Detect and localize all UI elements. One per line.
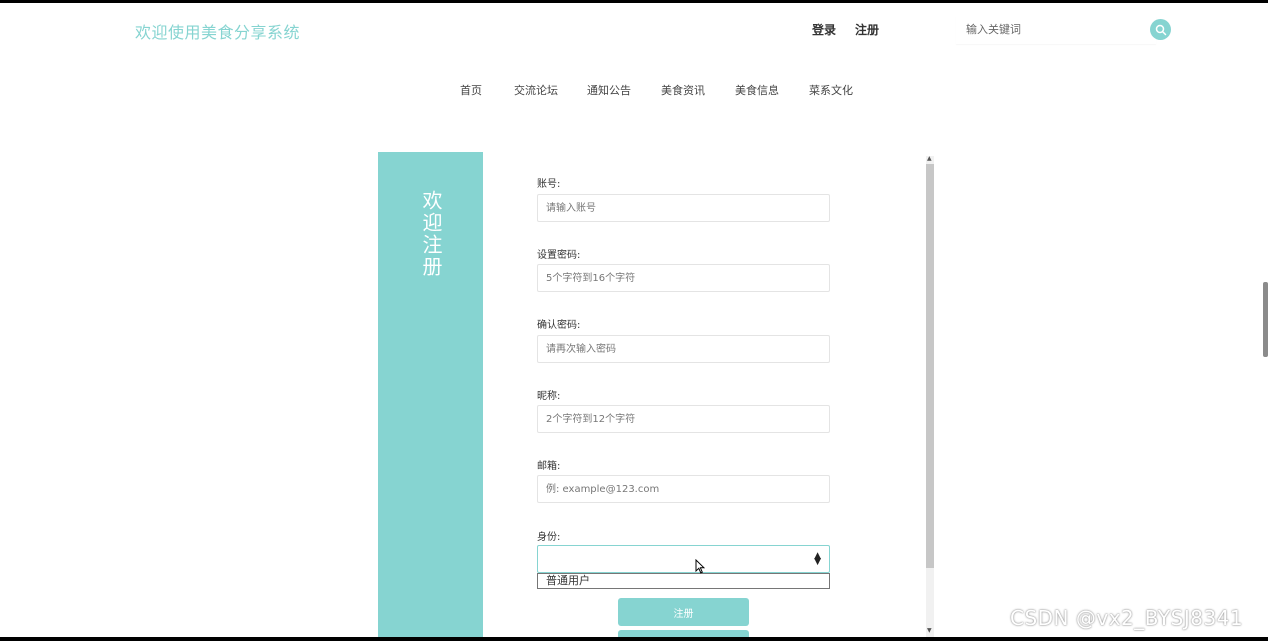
login-link[interactable]: 登录	[812, 21, 836, 38]
csdn-watermark: CSDN @vx2_BYSJ8341	[1010, 606, 1244, 630]
nickname-input[interactable]	[537, 405, 830, 433]
site-title: 欢迎使用美食分享系统	[135, 23, 301, 42]
identity-option-regular-user[interactable]: 普通用户	[537, 573, 830, 589]
search-input[interactable]	[964, 22, 1148, 37]
search-icon	[1155, 24, 1166, 35]
mouse-cursor-icon	[695, 559, 705, 574]
account-input[interactable]	[537, 194, 830, 222]
confirm-password-input[interactable]	[537, 335, 830, 363]
register-submit-button[interactable]: 注册	[618, 598, 749, 626]
nav-item-home[interactable]: 首页	[460, 82, 482, 98]
nav-item-forum[interactable]: 交流论坛	[514, 82, 558, 98]
nav-item-food-news[interactable]: 美食资讯	[661, 82, 705, 98]
form-scrollbar-thumb[interactable]	[926, 164, 934, 568]
scroll-up-arrow-icon[interactable]: ▲	[927, 155, 932, 162]
scroll-down-arrow-icon[interactable]: ▼	[927, 627, 932, 634]
secondary-button[interactable]	[618, 630, 749, 637]
email-input[interactable]	[537, 475, 830, 503]
nav-item-notices[interactable]: 通知公告	[587, 82, 631, 98]
confirm-password-label: 确认密码:	[537, 320, 581, 331]
register-link[interactable]: 注册	[855, 21, 879, 38]
nav-item-cuisine-culture[interactable]: 菜系文化	[809, 82, 853, 98]
window-bottom-border	[0, 637, 1268, 641]
identity-select[interactable]: ▲ ▼	[537, 545, 830, 573]
identity-label: 身份:	[537, 532, 561, 543]
window-top-border	[0, 0, 1268, 3]
page-scrollbar-thumb[interactable]	[1263, 282, 1268, 357]
select-arrows-icon: ▲ ▼	[814, 551, 821, 567]
nickname-label: 昵称:	[537, 391, 561, 402]
search-button[interactable]	[1150, 19, 1171, 40]
password-label: 设置密码:	[537, 250, 581, 261]
nav-item-food-info[interactable]: 美食信息	[735, 82, 779, 98]
search-box	[956, 16, 1156, 44]
register-panel-title: 欢迎注册	[419, 190, 443, 278]
password-input[interactable]	[537, 264, 830, 292]
account-label: 账号:	[537, 179, 561, 190]
email-label: 邮箱:	[537, 461, 561, 472]
